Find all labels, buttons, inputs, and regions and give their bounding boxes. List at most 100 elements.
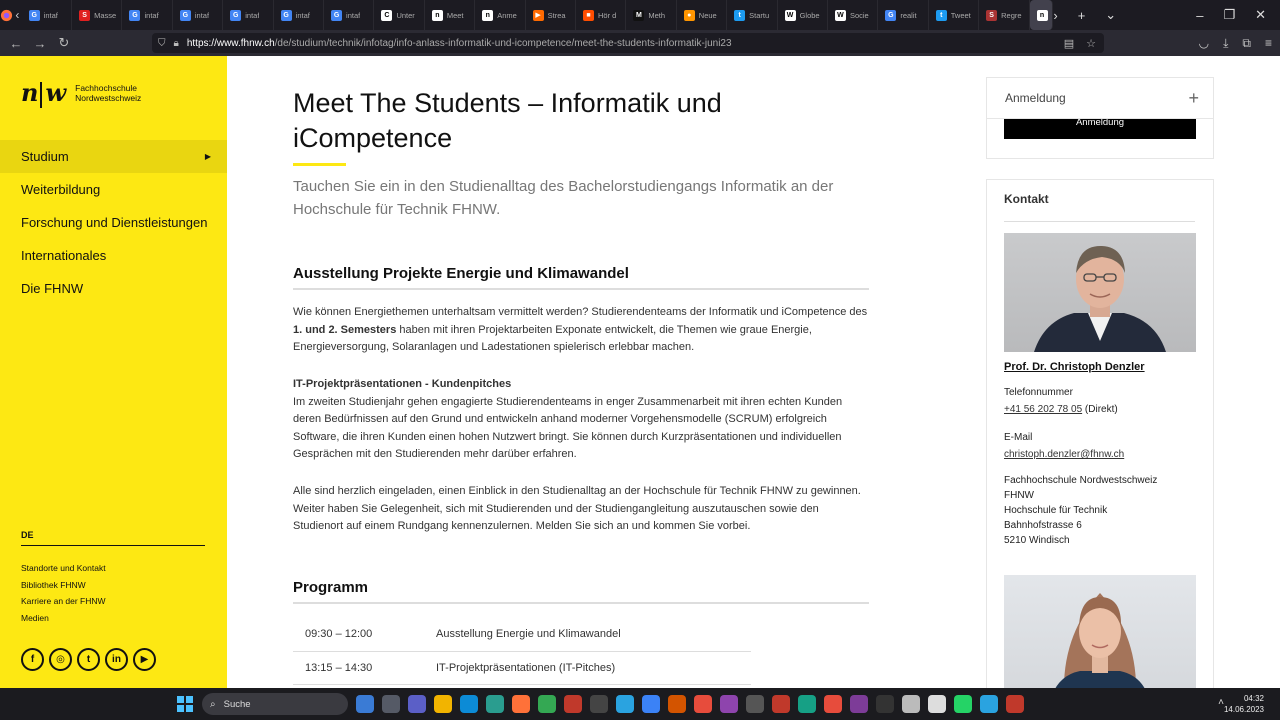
address-line: Fachhochschule Nordwestschweiz xyxy=(1004,475,1158,486)
meta-link[interactable]: Medien xyxy=(21,610,106,627)
programm-row: 13:15 – 14:30 IT-Projektpräsentationen (I… xyxy=(293,651,751,685)
phone-label: Telefonnummer xyxy=(1004,387,1073,398)
back-icon[interactable]: ← xyxy=(4,30,28,56)
fhnw-logo[interactable]: nw Fachhochschule Nordwestschweiz xyxy=(21,78,141,108)
facebook-icon[interactable]: f xyxy=(21,648,44,671)
taskbar-app-icon[interactable] xyxy=(1006,695,1024,713)
phone-link[interactable]: +41 56 202 78 05 xyxy=(1004,404,1082,415)
new-tab-icon[interactable]: + xyxy=(1078,8,1086,23)
tab-scroll-right-icon[interactable]: › xyxy=(1053,8,1057,23)
browser-tab[interactable]: ▶ Strea xyxy=(526,0,576,30)
firefox-menu-icon[interactable] xyxy=(0,0,13,30)
url-text[interactable]: https://www.fhnw.ch/de/studium/technik/i… xyxy=(187,38,732,49)
browser-tab[interactable]: Gintaf xyxy=(22,0,73,30)
taskbar-app-icon[interactable] xyxy=(980,695,998,713)
browser-tab[interactable]: ■ Hör d xyxy=(576,0,627,30)
browser-tab[interactable]: Gintaf xyxy=(274,0,325,30)
browser-tab[interactable]: W Globe xyxy=(778,0,828,30)
nav-item-label: Studium xyxy=(21,149,69,164)
window-close-icon[interactable]: ✕ xyxy=(1255,7,1266,23)
taskbar-app-icon[interactable] xyxy=(824,695,842,713)
taskbar-app-icon[interactable] xyxy=(486,695,504,713)
instagram-icon[interactable]: ◎ xyxy=(49,648,72,671)
expand-plus-icon[interactable]: + xyxy=(1188,88,1199,109)
browser-tab[interactable]: W Socie xyxy=(828,0,879,30)
taskbar-app-icon[interactable] xyxy=(564,695,582,713)
taskbar-app-icon[interactable] xyxy=(590,695,608,713)
taskbar-app-icon[interactable] xyxy=(382,695,400,713)
address-line: 5210 Windisch xyxy=(1004,535,1070,546)
list-tabs-icon[interactable]: ⌄ xyxy=(1105,7,1116,23)
taskbar-app-icon[interactable] xyxy=(928,695,946,713)
shield-icon[interactable]: ⛉ xyxy=(158,38,166,49)
tab-active[interactable]: n Me ✕ xyxy=(1029,0,1054,30)
window-minimize-icon[interactable]: – xyxy=(1196,8,1203,23)
meta-link[interactable]: Standorte und Kontakt xyxy=(21,560,106,577)
taskbar-app-icon[interactable] xyxy=(538,695,556,713)
extensions-icon[interactable]: ⧉ xyxy=(1242,36,1251,51)
lock-icon[interactable]: 🔒︎ xyxy=(174,38,179,49)
taskbar-app-icon[interactable] xyxy=(356,695,374,713)
taskbar-app-icon[interactable] xyxy=(850,695,868,713)
taskbar-app-icon[interactable] xyxy=(772,695,790,713)
pocket-icon[interactable]: ◡ xyxy=(1199,36,1209,50)
nav-item-internationales[interactable]: Internationales xyxy=(0,239,227,272)
browser-tab[interactable]: n Meet xyxy=(425,0,476,30)
browser-tab[interactable]: Gintaf xyxy=(324,0,375,30)
tab-scroll-left-icon[interactable]: ‹ xyxy=(13,0,22,30)
meta-link[interactable]: Karriere an der FHNW xyxy=(21,593,106,610)
window-restore-icon[interactable]: ❐ xyxy=(1223,7,1235,23)
nav-item-weiterbildung[interactable]: Weiterbildung xyxy=(0,173,227,206)
taskbar-app-icon[interactable] xyxy=(616,695,634,713)
contact-name-link[interactable]: Prof. Dr. Christoph Denzler xyxy=(1004,361,1145,373)
taskbar-app-icon[interactable] xyxy=(720,695,738,713)
reload-icon[interactable]: ↻ xyxy=(52,30,76,56)
address-bar[interactable]: ⛉ 🔒︎ https://www.fhnw.ch/de/studium/tech… xyxy=(152,33,1104,53)
reader-view-icon[interactable]: ▤ xyxy=(1064,37,1074,50)
taskbar-search[interactable]: ⌕ Suche xyxy=(202,693,348,715)
browser-tab[interactable]: ● Neue xyxy=(677,0,728,30)
app-menu-icon[interactable]: ≡ xyxy=(1265,36,1272,50)
browser-tab[interactable]: C Unter xyxy=(374,0,425,30)
youtube-icon[interactable]: ▶ xyxy=(133,648,156,671)
browser-tab[interactable]: Gintaf xyxy=(173,0,224,30)
email-link[interactable]: christoph.denzler@fhnw.ch xyxy=(1004,447,1124,462)
anmeldung-accordion-header[interactable]: Anmeldung + xyxy=(987,78,1213,119)
nav-item-die[interactable]: Die FHNW xyxy=(0,272,227,305)
taskbar-app-icon[interactable] xyxy=(954,695,972,713)
logo-mark: nw xyxy=(21,78,66,108)
browser-tab[interactable]: Gintaf xyxy=(122,0,173,30)
forward-icon[interactable]: → xyxy=(28,30,52,56)
meta-link[interactable]: Bibliothek FHNW xyxy=(21,577,106,594)
taskbar-clock[interactable]: 04:32 14.06.2023 xyxy=(1224,693,1264,715)
taskbar-app-icon[interactable] xyxy=(460,695,478,713)
browser-tab[interactable]: M Meth xyxy=(626,0,677,30)
browser-tab[interactable]: Gintaf xyxy=(223,0,274,30)
taskbar-app-icon[interactable] xyxy=(408,695,426,713)
linkedin-icon[interactable]: in xyxy=(105,648,128,671)
taskbar-app-icon[interactable] xyxy=(746,695,764,713)
language-switcher[interactable]: DE xyxy=(21,530,205,546)
nav-item-forschung[interactable]: Forschung und Dienstleistungen xyxy=(0,206,227,239)
taskbar-app-icon[interactable] xyxy=(902,695,920,713)
anmeldung-button[interactable]: Anmeldung xyxy=(1004,119,1196,139)
nav-item-studium[interactable]: Studium ▶ xyxy=(0,140,227,173)
browser-tab[interactable]: S Regre xyxy=(979,0,1030,30)
browser-tab[interactable]: n Anme xyxy=(475,0,526,30)
browser-tab[interactable]: S Masse xyxy=(72,0,123,30)
nav-item-label: Internationales xyxy=(21,248,107,263)
taskbar-app-icon[interactable] xyxy=(876,695,894,713)
taskbar-app-icon[interactable] xyxy=(668,695,686,713)
taskbar-app-icon[interactable] xyxy=(512,695,530,713)
bookmark-star-icon[interactable]: ☆ xyxy=(1086,37,1096,50)
taskbar-app-icon[interactable] xyxy=(798,695,816,713)
taskbar-app-icon[interactable] xyxy=(434,695,452,713)
windows-start-icon[interactable] xyxy=(174,693,196,715)
browser-tab[interactable]: t Startu xyxy=(727,0,778,30)
browser-tab[interactable]: t Tweet xyxy=(929,0,980,30)
taskbar-app-icon[interactable] xyxy=(694,695,712,713)
twitter-icon[interactable]: t xyxy=(77,648,100,671)
download-icon[interactable]: ⤓ xyxy=(1223,36,1228,51)
taskbar-app-icon[interactable] xyxy=(642,695,660,713)
browser-tab[interactable]: Grealit xyxy=(878,0,929,30)
